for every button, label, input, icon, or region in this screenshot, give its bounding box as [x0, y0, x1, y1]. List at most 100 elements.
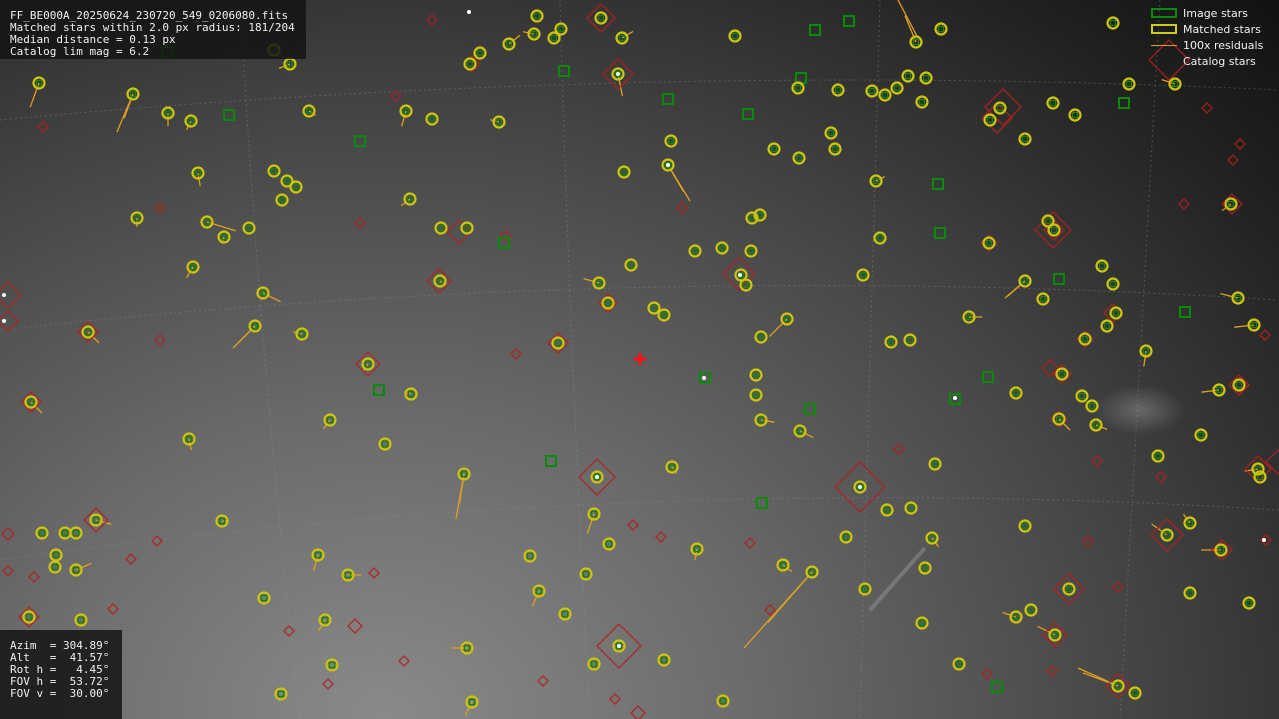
pointing-info-panel: Azim = 304.89° Alt = 41.57° Rot h = 4.45° F… — [0, 630, 122, 719]
matched-star-marker — [903, 333, 917, 347]
matched-star-marker — [69, 526, 83, 540]
matched-star-marker — [993, 101, 1007, 115]
matched-star-marker — [257, 591, 271, 605]
catalog-star-marker — [1155, 471, 1167, 483]
image-star-marker — [1039, 295, 1047, 303]
image-star-marker — [1081, 335, 1089, 343]
catalog-star-marker — [154, 202, 166, 214]
image-star-marker — [270, 167, 278, 175]
image-star-marker — [985, 239, 993, 247]
matched-star-marker — [749, 368, 763, 382]
image-star-marker — [719, 697, 727, 705]
matched-star-marker — [952, 657, 966, 671]
image-star-marker — [937, 25, 945, 33]
matched-star-marker — [858, 582, 872, 596]
matched-star-marker — [1242, 596, 1256, 610]
image-star-marker — [1053, 273, 1065, 285]
matched-star-marker — [1055, 367, 1069, 381]
image-star-marker — [1050, 226, 1058, 234]
fov-v-text: FOV v = 30.00° — [10, 687, 110, 700]
catalog-star-marker — [537, 675, 549, 687]
image-star-marker — [1049, 99, 1057, 107]
image-star-marker — [770, 145, 778, 153]
image-star-marker — [747, 247, 755, 255]
image-star-marker — [590, 660, 598, 668]
image-star-marker — [373, 384, 385, 396]
image-star-marker — [795, 154, 803, 162]
image-star-marker — [1235, 381, 1243, 389]
matched-star-swatch — [1151, 24, 1177, 34]
matched-star-marker — [1100, 319, 1114, 333]
image-star-marker — [545, 455, 557, 467]
image-star-marker — [718, 244, 726, 252]
matched-star-marker — [473, 46, 487, 60]
catalog-star-marker — [1259, 329, 1271, 341]
image-star-marker — [1012, 389, 1020, 397]
bright-star-dot — [2, 319, 6, 323]
image-star-marker — [260, 594, 268, 602]
matched-star-marker — [934, 22, 948, 36]
image-star-marker — [752, 371, 760, 379]
matched-star-marker — [289, 180, 303, 194]
image-star-marker — [904, 72, 912, 80]
image-star-marker — [1118, 97, 1130, 109]
image-star-marker — [918, 98, 926, 106]
matched-star-marker — [901, 69, 915, 83]
catalog-star-marker — [283, 625, 295, 637]
matched-star-marker — [792, 151, 806, 165]
matched-star-marker — [1109, 306, 1123, 320]
matched-star-marker — [1128, 686, 1142, 700]
image-star-marker — [561, 610, 569, 618]
bright-star-dot — [2, 293, 6, 297]
legend-residuals: 100x residuals — [1151, 37, 1271, 53]
image-star-marker — [1109, 280, 1117, 288]
matched-star-marker — [657, 653, 671, 667]
matched-star-marker — [1036, 292, 1050, 306]
matched-star-marker — [739, 278, 753, 292]
matched-star-marker — [839, 530, 853, 544]
matched-star-marker — [1183, 586, 1197, 600]
image-star-marker — [1179, 306, 1191, 318]
image-star-marker — [604, 299, 612, 307]
bright-star-dots-layer — [2, 10, 1266, 648]
matched-star-marker — [1106, 16, 1120, 30]
legend-image-stars-label: Image stars — [1183, 6, 1248, 20]
bright-star-dot — [467, 10, 471, 14]
image-star-marker — [283, 177, 291, 185]
catalog-star-marker — [37, 121, 49, 133]
image-star-marker — [906, 336, 914, 344]
image-star-marker — [72, 529, 80, 537]
matched-star-marker — [1151, 449, 1165, 463]
bright-star-dot — [617, 644, 621, 648]
bright-star-dot — [666, 163, 670, 167]
image-star-marker — [1098, 262, 1106, 270]
matched-star-marker — [828, 142, 842, 156]
matched-star-marker — [49, 548, 63, 562]
matched-star-marker — [754, 330, 768, 344]
catalog-star-marker — [586, 3, 616, 33]
image-star-marker — [38, 529, 46, 537]
matched-star-marker — [744, 244, 758, 258]
matched-star-marker — [767, 142, 781, 156]
catalog-star-marker — [28, 571, 40, 583]
image-star-marker — [932, 178, 944, 190]
catalog-star-marker — [354, 217, 366, 229]
catalog-star-marker — [1201, 102, 1213, 114]
catalog-star-marker — [764, 604, 776, 616]
catalog-star-marker — [510, 348, 522, 360]
catalog-star-marker — [893, 443, 905, 455]
image-star-marker — [918, 619, 926, 627]
image-star-marker — [1021, 522, 1029, 530]
image-star-marker — [1071, 111, 1079, 119]
image-star-marker — [77, 616, 85, 624]
bright-star-dot — [858, 485, 862, 489]
image-star-marker — [907, 504, 915, 512]
image-star-marker — [428, 115, 436, 123]
bright-star-dot — [702, 376, 706, 380]
matched-star-marker — [425, 112, 439, 126]
image-star-marker — [1058, 370, 1066, 378]
matched-star-marker — [856, 268, 870, 282]
image-star-marker — [476, 49, 484, 57]
matched-star-marker — [890, 81, 904, 95]
catalog-limit-text: Catalog lim mag = 6.2 — [10, 45, 150, 58]
